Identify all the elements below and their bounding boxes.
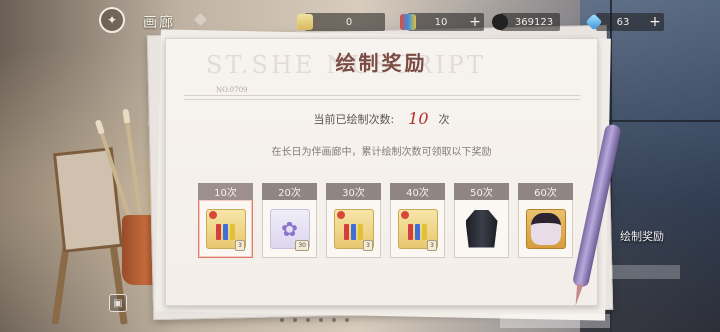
resource-value: 0 <box>345 16 353 28</box>
draw-count-unit: 次 <box>438 113 450 126</box>
resource-paint-tubes: 10 + <box>400 13 484 31</box>
draw-count-row: 当前已绘制次数: 10 次 <box>166 109 597 128</box>
add-gem-button[interactable]: + <box>646 14 664 30</box>
reward-40[interactable]: 40次 3 <box>390 183 445 258</box>
reward-slot: 3 <box>198 200 253 258</box>
document-number: NO.0709 <box>216 86 248 94</box>
side-label: 绘制奖励 <box>620 230 664 243</box>
reward-label: 10次 <box>198 183 253 200</box>
resource-value: 63 <box>616 16 630 28</box>
reward-quantity: 3 <box>427 240 437 251</box>
reward-10[interactable]: 10次 3 <box>198 183 253 258</box>
reward-label: 20次 <box>262 183 317 200</box>
reward-quantity: 30 <box>295 240 309 251</box>
resource-value: 369123 <box>514 16 554 28</box>
reward-60[interactable]: 60次 <box>518 183 573 258</box>
reward-quantity: 3 <box>363 240 373 251</box>
side-strip <box>610 265 680 279</box>
resource-value: 10 <box>434 16 448 28</box>
add-paint-tubes-button[interactable]: + <box>466 14 484 30</box>
reward-slot: 3 <box>326 200 381 258</box>
reward-description: 在长日为伴画廊中，累计绘制次数可领取以下奖励 <box>271 147 492 158</box>
reward-label: 30次 <box>326 183 381 200</box>
currency-icon <box>492 14 508 30</box>
reward-slot: ✿ 30 <box>262 200 317 258</box>
reward-label: 40次 <box>390 183 445 200</box>
reward-slot <box>518 200 573 258</box>
reward-panel: ST.SHE NUSCRIPT 绘制奖励 NO.0709 当前已绘制次数: 10 次… <box>165 38 598 306</box>
reward-50[interactable]: 50次 <box>454 183 509 258</box>
back-arrow-icon: ✦ <box>99 7 125 33</box>
reward-label: 50次 <box>454 183 509 200</box>
resource-gem: 63 + <box>585 13 664 31</box>
page-indicator <box>280 318 349 322</box>
coat-icon <box>462 209 502 249</box>
divider <box>184 99 580 100</box>
reward-label: 60次 <box>518 183 573 200</box>
top-bar: ✦ 画廊 0 10 + 369123 63 + <box>0 0 720 40</box>
panel-title: 绘制奖励 <box>335 51 428 75</box>
reward-quantity: 3 <box>235 240 245 251</box>
divider <box>184 95 580 96</box>
portrait-icon <box>525 208 566 249</box>
reward-30[interactable]: 30次 3 <box>326 183 381 258</box>
reward-list: 10次 3 20次 ✿ 30 30次 3 40次 3 50次 60次 <box>198 183 573 258</box>
paint-tubes-icon <box>400 14 416 30</box>
gallery-icon[interactable]: ▣ <box>109 294 127 312</box>
draw-count-value: 10 <box>408 109 429 128</box>
reward-slot <box>454 200 509 258</box>
paint-set-icon <box>297 14 313 30</box>
back-button[interactable]: ✦ <box>92 6 132 34</box>
resource-currency: 369123 <box>492 13 560 31</box>
bottom-strip <box>500 314 610 328</box>
page-title: 画廊 <box>143 15 175 31</box>
diamond-icon <box>194 13 207 26</box>
reward-20[interactable]: 20次 ✿ 30 <box>262 183 317 258</box>
resource-paint-set: 0 <box>297 13 385 31</box>
reward-slot: 3 <box>390 200 445 258</box>
draw-count-label: 当前已绘制次数: <box>313 113 395 126</box>
